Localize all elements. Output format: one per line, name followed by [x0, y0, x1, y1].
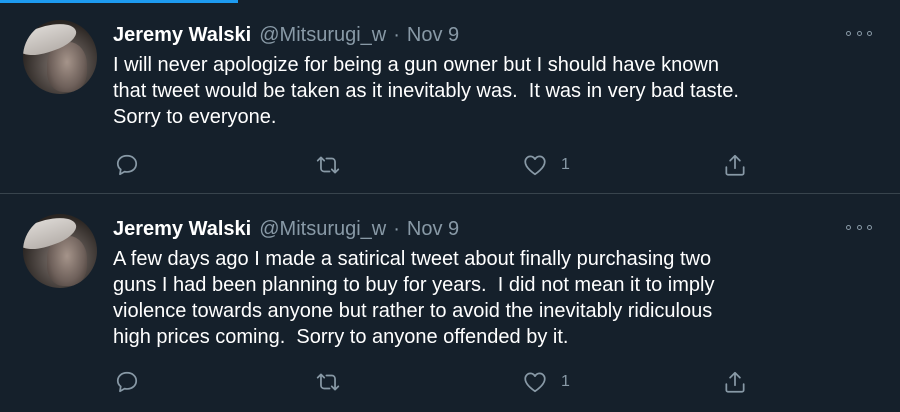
share-button[interactable]	[722, 367, 748, 397]
display-name[interactable]: Jeremy Walski	[113, 24, 251, 47]
heart-icon	[524, 155, 546, 176]
tweet[interactable]: Jeremy Walski @Mitsurugi_w · Nov 9 A few…	[0, 194, 900, 412]
tweet-date[interactable]: Nov 9	[407, 24, 459, 47]
avatar[interactable]	[23, 20, 97, 94]
share-icon	[725, 371, 745, 393]
tweet-actions: 1	[0, 150, 900, 180]
like-count: 1	[561, 156, 570, 173]
display-name[interactable]: Jeremy Walski	[113, 218, 251, 241]
user-handle[interactable]: @Mitsurugi_w	[259, 218, 386, 241]
like-button[interactable]: 1	[522, 150, 570, 180]
more-icon[interactable]	[846, 28, 872, 38]
retweet-button[interactable]	[315, 150, 341, 180]
retweet-icon	[316, 156, 340, 174]
retweet-button[interactable]	[315, 367, 341, 397]
tweet[interactable]: Jeremy Walski @Mitsurugi_w · Nov 9 I wil…	[0, 0, 900, 194]
like-count: 1	[561, 373, 570, 390]
tweet-actions: 1	[0, 367, 900, 397]
reply-icon	[116, 371, 138, 393]
share-button[interactable]	[722, 150, 748, 180]
more-icon[interactable]	[846, 222, 872, 232]
avatar[interactable]	[23, 214, 97, 288]
tweet-text: A few days ago I made a satirical tweet …	[113, 248, 715, 348]
separator-dot: ·	[393, 217, 400, 240]
tweet-text: I will never apologize for being a gun o…	[113, 54, 739, 128]
reply-icon	[116, 154, 138, 176]
retweet-icon	[316, 373, 340, 391]
separator-dot: ·	[393, 23, 400, 46]
like-button[interactable]: 1	[522, 367, 570, 397]
tweet-date[interactable]: Nov 9	[407, 218, 459, 241]
tweet-header: Jeremy Walski @Mitsurugi_w · Nov 9	[113, 20, 459, 50]
reply-button[interactable]	[114, 150, 140, 180]
share-icon	[725, 154, 745, 176]
heart-icon	[524, 372, 546, 393]
reply-button[interactable]	[114, 367, 140, 397]
user-handle[interactable]: @Mitsurugi_w	[259, 24, 386, 47]
tweet-header: Jeremy Walski @Mitsurugi_w · Nov 9	[113, 214, 459, 244]
